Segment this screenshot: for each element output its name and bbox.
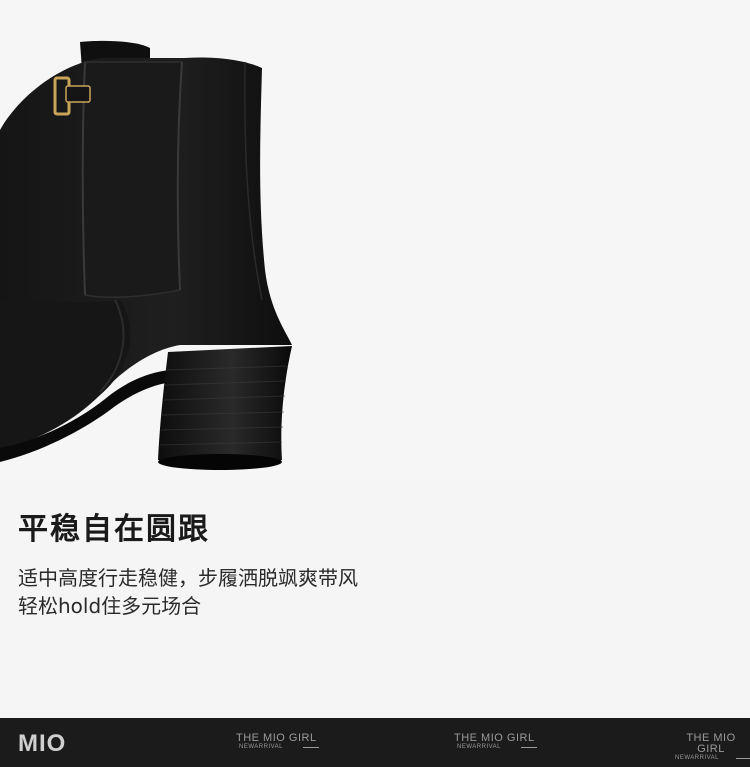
watermark-title: THE MIO GIRL bbox=[454, 732, 535, 744]
watermark-title: THE MIO GIRL bbox=[236, 732, 317, 744]
feature-description: 适中高度行走稳健，步履洒脱飒爽带风 轻松hold住多元场合 bbox=[18, 564, 538, 620]
description-line-1: 适中高度行走稳健，步履洒脱飒爽带风 bbox=[18, 566, 358, 590]
watermark-2: THE MIO GIRL NEWARRIVAL bbox=[454, 732, 537, 751]
description-line-2: 轻松hold住多元场合 bbox=[18, 594, 202, 618]
black-ankle-boot-image bbox=[0, 40, 292, 470]
watermark-title: THE MIO GIRL bbox=[686, 732, 736, 755]
watermark-1: THE MIO GIRL NEWARRIVAL bbox=[236, 732, 319, 751]
feature-title: 平稳自在圆跟 bbox=[18, 512, 210, 547]
watermark-divider bbox=[302, 747, 319, 748]
watermark-3: THE MIO GIRL NEWARRIVAL bbox=[672, 733, 750, 762]
watermark-divider bbox=[520, 747, 537, 748]
brand-logo: MIO bbox=[18, 730, 67, 757]
product-image bbox=[0, 0, 750, 480]
watermark-divider bbox=[736, 758, 750, 759]
footer-bar: MIO THE MIO GIRL NEWARRIVAL THE MIO GIRL… bbox=[0, 718, 750, 767]
